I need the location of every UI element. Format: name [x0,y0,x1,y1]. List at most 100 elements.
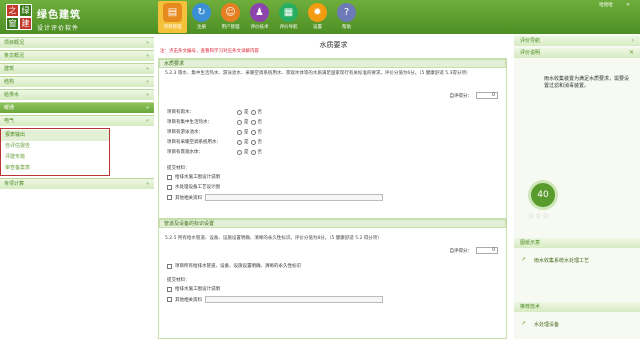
radio-yes[interactable] [237,119,242,125]
radio-no[interactable] [250,149,256,155]
radio-label: 是 [244,130,249,135]
material-label: 水处理设备工艺设计图 [175,185,220,190]
radio-no[interactable] [250,139,256,145]
brand-title: 绿色建筑 [37,10,81,21]
material-label: 其他相关资料 [175,297,202,303]
nav-help[interactable]: ? 帮助 [332,1,361,33]
radio-label: 否 [257,120,263,125]
users-icon: ☺ [221,3,240,22]
nav-label: 注册 [197,25,206,30]
radio-no[interactable] [250,109,256,115]
sidebar-item-project-overview[interactable]: 项目概况 » [0,37,154,48]
diagram-link[interactable]: ↗ 雨水收集系统水处理工艺 [514,256,589,264]
sidebar-item-label: 条文概况 [4,53,25,59]
radio-yes[interactable] [237,129,242,135]
question-label: 项目有游泳池水： [167,130,203,135]
chevron-right-icon: » [145,53,149,59]
sidebar-item-architecture[interactable]: 建筑 » [0,63,154,74]
sidebar-item-plumbing[interactable]: 给排水 » [0,89,154,100]
radio-label: 否 [257,150,263,155]
nav-label: 评价技术 [250,25,269,30]
file-path-field[interactable] [205,296,383,303]
radio-yes[interactable] [237,149,242,155]
checkbox[interactable] [167,195,172,200]
close-icon[interactable]: ✕ [629,48,634,58]
radio-yes[interactable] [237,109,242,115]
evaluation-description: 雨水收集装置为满足水质要求，需要设置过滤和消毒装置。 [544,76,630,89]
check-label: 项目所有给排水管道、设备、设施设置明确、清晰的永久性标识 [175,264,301,269]
clause-text[interactable]: 5.2.3 雨水、集中生活热水、游泳池水、采暖空调系统用水、景观水体等的水质满足… [159,68,506,79]
score-row: 自评得分： 0 [450,92,498,99]
radio-yes[interactable] [237,139,242,145]
question-row: 项目有雨水： 是 否 [167,109,262,115]
logo-char: 之 [6,4,19,17]
hint-text: 注：点击条文编号，查看和学习对应条文详解内容 [160,49,259,54]
brand-subtitle: 设计评价软件 [37,25,80,32]
report-output-group: 报表输出 自评估报告 评建专篇 审查备案表 [0,128,110,176]
check-item: 项目所有给排水管道、设备、设施设置明确、清晰的永久性标识 [167,263,301,269]
app-logo: 之 绿 窗 建 [6,4,32,30]
user-name[interactable]: 哈哈哈 [599,3,613,8]
material-item: 给排水施工图设计说明 [167,174,220,180]
checkbox[interactable] [167,174,172,180]
nav-evaluation-guide[interactable]: ▦ 评价导航 [274,1,303,33]
sidebar-item-special-calc[interactable]: 专项计算 » [0,178,154,189]
tech-link[interactable]: ↗ 水处理设备 [514,320,560,328]
radio-label: 否 [257,140,263,145]
nav-project-management[interactable]: ▤ 项目管理 [158,1,187,33]
link-label: 水处理设备 [534,322,560,328]
score-row: 自评得分： 0 [450,247,498,254]
question-row: 项目有游泳池水： 是 否 [167,129,262,135]
sidebar-sub-report-output[interactable]: 报表输出 [1,130,109,141]
question-row: 项目有景观水体： 是 否 [167,149,262,155]
nav-label: 评价导航 [279,25,298,30]
nav-user-management[interactable]: ☺ 用户管理 [216,1,245,33]
people-icon: ♟ [250,3,269,22]
checkbox[interactable] [167,297,172,302]
sidebar-sub-self-assessment[interactable]: 自评估报告 [1,141,109,152]
tech-header: 推荐技术 [514,302,640,312]
nav-label: 用户管理 [221,25,240,30]
sidebar-sub-special-report[interactable]: 评建专篇 [1,152,109,163]
material-item: 其他相关资料 [167,296,383,303]
checkbox[interactable] [167,263,172,269]
score-input[interactable]: 0 [476,247,498,254]
close-icon[interactable]: ✕ [626,3,630,8]
radio-label: 否 [257,130,263,135]
question-row: 项目有采暖空调系统用水： 是 否 [167,139,262,145]
nav-evaluation-tech[interactable]: ♟ 评价技术 [245,1,274,33]
logo-char: 窗 [6,17,19,30]
sidebar-item-electrical[interactable]: 电气 « [0,115,154,126]
nav-register[interactable]: ↻ 注册 [187,1,216,33]
clause-text[interactable]: 5.2.5 所有给水管道、设备、设施设置明确、清晰的永久性标识。评价分值为8分。… [159,228,506,244]
section-header: 水质要求 [159,59,506,68]
main-nav: ▤ 项目管理 ↻ 注册 ☺ 用户管理 ♟ 评价技术 ▦ 评价导航 ✹ 设置 ? … [158,1,361,33]
material-item: 水处理设备工艺设计图 [167,184,220,190]
radio-no[interactable] [250,119,256,125]
radio-no[interactable] [250,129,256,135]
sidebar-item-label: 专项计算 [4,181,25,187]
collapse-icon[interactable]: › [632,36,634,46]
file-path-field[interactable] [205,194,383,201]
nav-settings[interactable]: ✹ 设置 [303,1,332,33]
sidebar-item-label: 建筑 [4,66,15,72]
score-input[interactable]: 0 [476,92,498,99]
checkbox[interactable] [167,286,172,292]
help-icon: ? [337,3,356,22]
sidebar-item-structure[interactable]: 结构 » [0,76,154,87]
radio-label: 是 [244,140,249,145]
materials-label: 提交材料： [167,278,190,283]
radio-label: 是 [244,110,249,115]
sidebar-sub-review-form[interactable]: 审查备案表 [1,163,109,174]
section-header: 管道及设备的标识设置 [159,219,506,228]
panel-subtitle: 评价说明 [520,50,541,56]
nav-label: 设置 [313,25,322,30]
gear-icon: ✹ [308,3,327,22]
chevron-right-icon: » [145,105,149,111]
question-label: 项目有景观水体： [167,150,203,155]
question-label: 项目有集中生活热水： [167,120,212,125]
sidebar-item-hvac[interactable]: 暖通 » [0,102,154,113]
checkbox[interactable] [167,184,172,190]
sidebar-item-clause-overview[interactable]: 条文概况 » [0,50,154,61]
section-pipe-labeling: 管道及设备的标识设置 5.2.5 所有给水管道、设备、设施设置明确、清晰的永久性… [158,218,507,339]
